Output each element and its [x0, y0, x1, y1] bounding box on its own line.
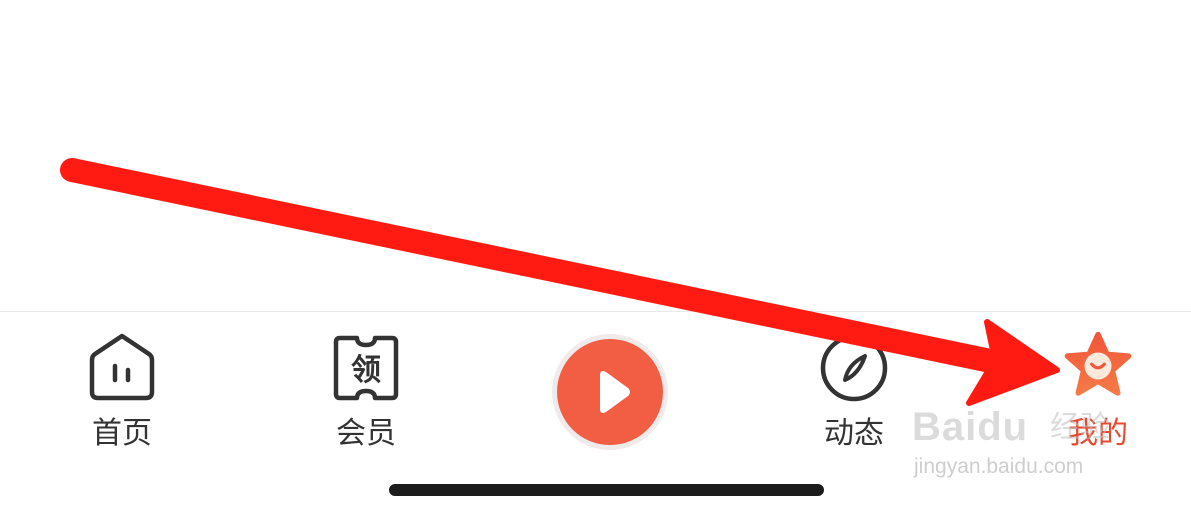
- tab-home[interactable]: 首页: [47, 312, 197, 462]
- tab-member[interactable]: 领 会员: [291, 312, 441, 462]
- tab-feed[interactable]: 动态: [779, 312, 929, 462]
- ticket-icon: 领: [333, 335, 399, 401]
- home-indicator[interactable]: [389, 484, 824, 496]
- tab-mine[interactable]: 我的: [1023, 312, 1173, 462]
- tab-home-label: 首页: [92, 416, 152, 451]
- compass-icon: [820, 334, 888, 402]
- tab-member-label: 会员: [336, 416, 396, 451]
- star-face-icon: [1064, 331, 1132, 396]
- ticket-icon-text: 领: [351, 353, 381, 388]
- tab-mine-label: 我的: [1068, 416, 1128, 451]
- tab-feed-label: 动态: [824, 416, 884, 451]
- play-icon: [600, 371, 630, 413]
- content-area: [0, 0, 1191, 311]
- home-icon: [89, 333, 155, 401]
- play-button[interactable]: [552, 334, 668, 450]
